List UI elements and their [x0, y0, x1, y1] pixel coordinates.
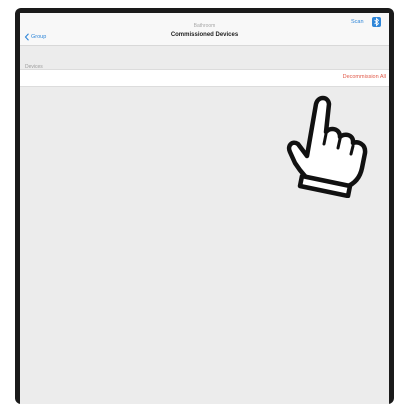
decommission-all-button[interactable]: Decommission All — [343, 74, 386, 80]
back-label: Group — [31, 34, 47, 40]
app-screen: Bathroom Commissioned Devices Group Scan… — [20, 13, 389, 404]
navigation-bar: Bathroom Commissioned Devices Group Scan — [20, 13, 389, 46]
decommission-row: Decommission All — [20, 69, 389, 87]
chevron-left-icon — [24, 33, 29, 41]
scan-button[interactable]: Scan — [351, 19, 364, 25]
nav-subtitle: Bathroom — [193, 23, 216, 29]
bluetooth-icon[interactable] — [372, 17, 381, 27]
pointing-hand-icon — [286, 95, 368, 198]
page-title: Commissioned Devices — [170, 32, 239, 38]
back-button[interactable]: Group — [24, 33, 46, 41]
